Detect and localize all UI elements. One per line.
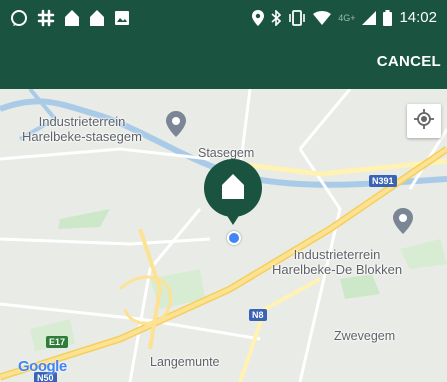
whatsapp-icon xyxy=(10,9,28,27)
slack-icon xyxy=(37,9,55,27)
home-location-pin[interactable] xyxy=(202,159,264,231)
status-bar: 4G+ 14:02 xyxy=(0,0,447,35)
home-notification-icon xyxy=(89,9,105,27)
google-attribution: Google xyxy=(18,358,67,375)
current-location-dot xyxy=(227,231,241,245)
road-badge-e17: E17 xyxy=(46,336,69,348)
label-industrieterrein-harelbeke-stasegem: Industrieterrein Harelbeke-stasegem xyxy=(22,114,142,144)
crosshair-icon xyxy=(414,108,434,134)
google-logo: Google xyxy=(18,358,67,375)
location-icon xyxy=(252,9,265,26)
home-notification-icon xyxy=(64,9,80,27)
map-view[interactable]: Industrieterrein Harelbeke-stasegem Stas… xyxy=(0,89,447,382)
status-time: 14:02 xyxy=(399,9,437,26)
poi-marker-icon[interactable] xyxy=(393,208,413,239)
label-zwevegem: Zwevegem xyxy=(334,329,396,343)
road-badge-n8: N8 xyxy=(249,309,267,321)
my-location-button[interactable] xyxy=(407,104,441,138)
label-industrieterrein-harelbeke-de-blokken: Industrieterrein Harelbeke-De Blokken xyxy=(272,247,403,277)
bluetooth-icon xyxy=(271,9,282,26)
signal-icon xyxy=(362,10,377,25)
wifi-icon xyxy=(313,10,332,25)
network-type: 4G+ xyxy=(338,12,356,23)
label-langemunte: Langemunte xyxy=(150,355,220,369)
battery-icon xyxy=(383,9,393,26)
road-badge-n391: N391 xyxy=(369,175,397,187)
cancel-button[interactable]: CANCEL xyxy=(377,53,441,70)
gallery-icon xyxy=(114,10,130,26)
vibrate-icon xyxy=(288,9,306,26)
poi-marker-icon[interactable] xyxy=(166,111,186,142)
